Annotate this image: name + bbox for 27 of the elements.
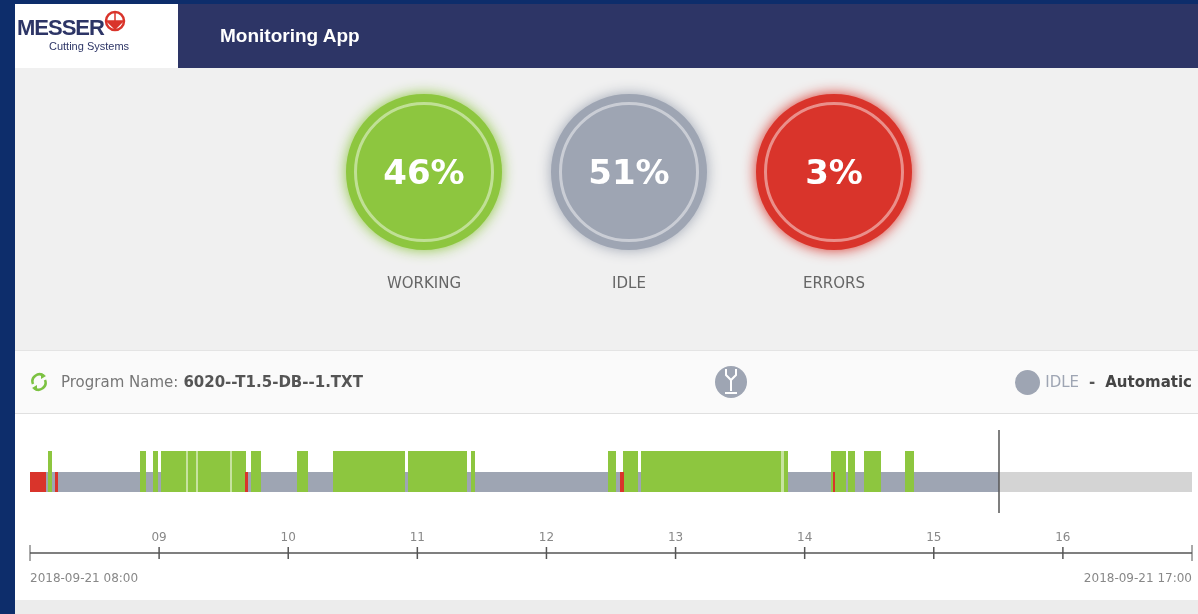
refresh-icon[interactable] — [29, 371, 49, 393]
hour-label: 13 — [667, 530, 684, 544]
gauge-label: ERRORS — [802, 274, 866, 292]
gauge-value: 3% — [805, 152, 863, 192]
logo-subtitle: Cutting Systems — [49, 40, 130, 52]
gauge-label: WORKING — [386, 274, 462, 292]
app-title: Monitoring App — [220, 25, 360, 47]
hour-label: 15 — [926, 530, 942, 544]
logo-wordmark: MESSER — [17, 16, 104, 40]
hour-label: 16 — [1055, 530, 1071, 544]
status-text: IDLE — [1045, 373, 1080, 391]
hour-label: 10 — [280, 530, 296, 544]
hour-label: 14 — [797, 530, 813, 544]
cutting-torch-icon — [715, 366, 748, 398]
program-name-text: Program Name: — [61, 373, 179, 391]
hour-label: 09 — [151, 530, 167, 544]
gauge-value: 51% — [588, 152, 670, 192]
status-separator: - — [1089, 373, 1096, 391]
gauge-label: IDLE — [612, 274, 646, 292]
gauge-value: 46% — [383, 152, 465, 192]
hour-label: 12 — [538, 530, 555, 544]
mode-text: Automatic — [1105, 373, 1192, 391]
end-date-label: 2018-09-21 17:00 — [1083, 571, 1192, 585]
logo-symbol-icon — [103, 10, 126, 32]
hour-label: 11 — [409, 530, 425, 544]
start-date-label: 2018-09-21 08:00 — [30, 571, 139, 585]
program-name-value: 6020--T1.5-DB--1.TXT — [183, 373, 363, 391]
